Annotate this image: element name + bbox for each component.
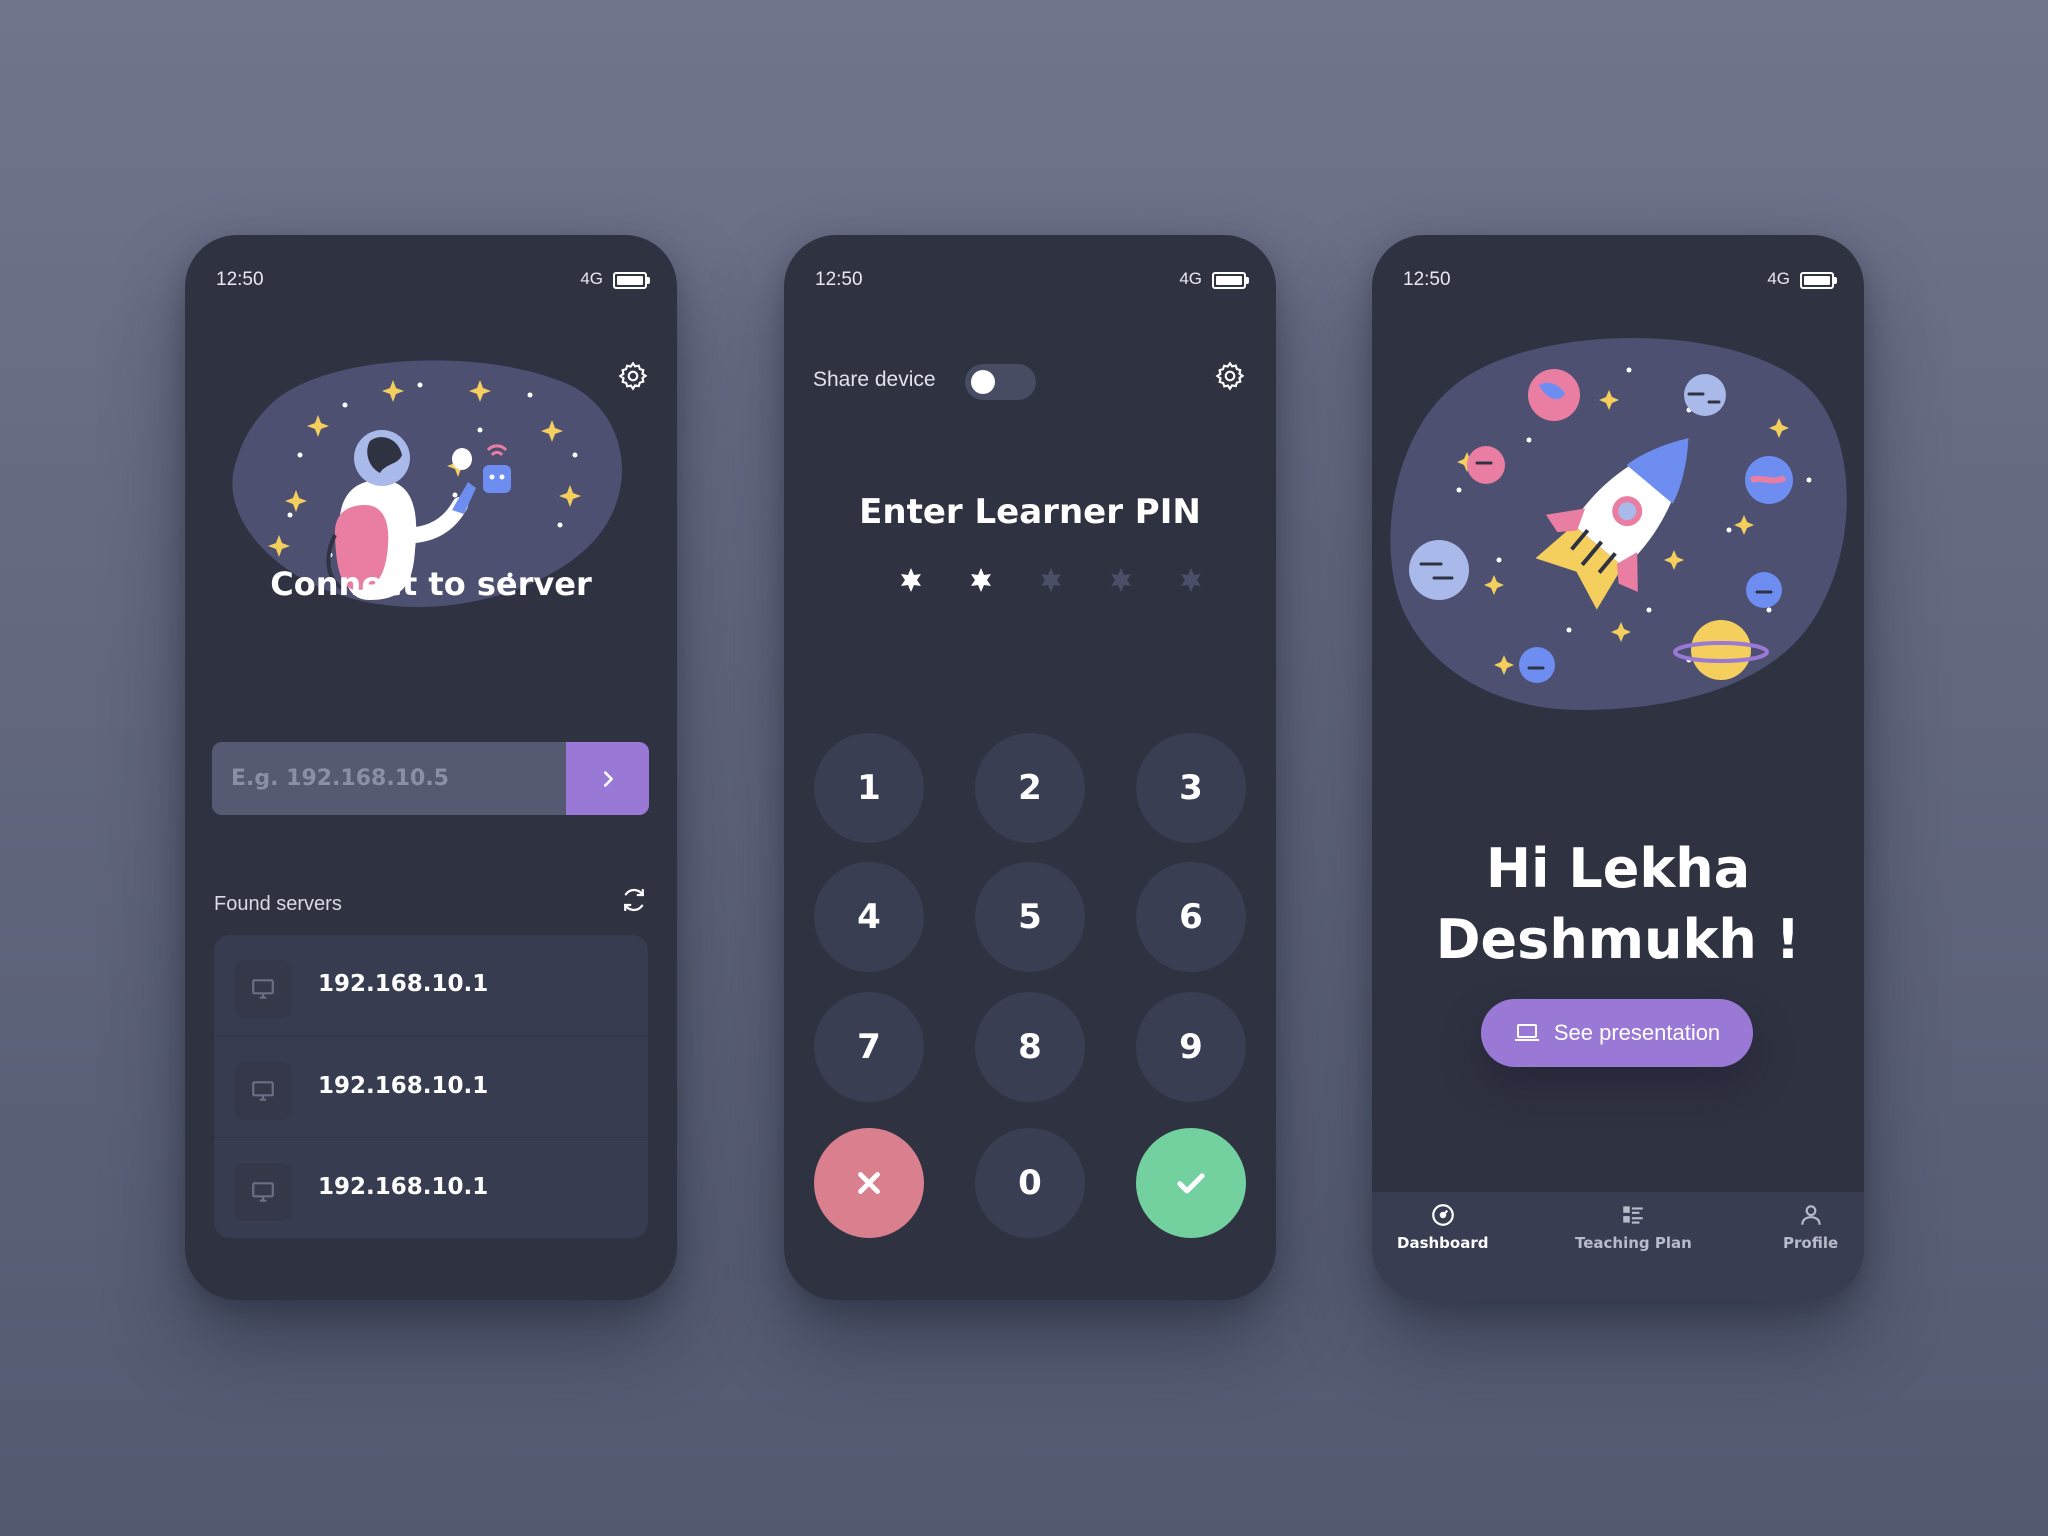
see-presentation-button[interactable]: See presentation xyxy=(1481,999,1753,1067)
greeting-line-1: Hi Lekha xyxy=(1485,837,1751,900)
pin-dot-filled xyxy=(901,568,921,592)
monitor-icon xyxy=(234,1062,292,1120)
keypad-key-3[interactable]: 3 xyxy=(1136,733,1246,843)
pin-dot-empty xyxy=(1041,568,1061,592)
found-servers-label: Found servers xyxy=(214,893,342,915)
connect-button[interactable] xyxy=(566,742,649,815)
server-ip: 192.168.10.1 xyxy=(318,1174,489,1200)
gear-icon[interactable] xyxy=(1214,360,1246,392)
server-ip: 192.168.10.1 xyxy=(318,1073,489,1099)
connect-screen: 12:50 4G Connect to server E.g. 192.168.… xyxy=(185,235,677,1300)
nav-label: Profile xyxy=(1783,1234,1839,1252)
server-list-item[interactable]: 192.168.10.1 xyxy=(214,1137,648,1237)
close-icon xyxy=(858,1172,880,1194)
server-list: 192.168.10.1 192.168.10.1 192.168.10.1 xyxy=(214,935,648,1238)
battery-icon xyxy=(1212,272,1249,289)
share-device-label: Share device xyxy=(813,368,936,391)
confirm-button[interactable] xyxy=(1136,1128,1246,1238)
network-indicator: 4G xyxy=(1767,269,1790,288)
network-indicator: 4G xyxy=(1179,269,1202,288)
refresh-icon[interactable] xyxy=(619,885,649,915)
status-time: 12:50 xyxy=(1403,269,1451,290)
keypad-key-4[interactable]: 4 xyxy=(814,862,924,972)
nav-profile[interactable]: Profile xyxy=(1783,1202,1838,1252)
status-bar: 12:50 4G xyxy=(216,269,650,299)
dashboard-icon xyxy=(1431,1204,1454,1226)
server-address-field xyxy=(212,742,649,815)
rocket-illustration xyxy=(1390,337,1847,710)
pin-title: Enter Learner PIN xyxy=(859,492,1201,532)
dashboard-screen: 12:50 4G Hi Lekha Deshmukh ! See present… xyxy=(1372,235,1864,1300)
keypad-key-6[interactable]: 6 xyxy=(1136,862,1246,972)
status-time: 12:50 xyxy=(216,269,264,290)
nav-label: Teaching Plan xyxy=(1575,1234,1692,1252)
server-list-item[interactable]: 192.168.10.1 xyxy=(214,935,648,1034)
bottom-nav: Dashboard Teaching Plan Profile xyxy=(1372,1192,1864,1300)
user-icon xyxy=(1800,1205,1821,1225)
keypad-key-2[interactable]: 2 xyxy=(975,733,1085,843)
keypad-key-1[interactable]: 1 xyxy=(814,733,924,843)
server-ip: 192.168.10.1 xyxy=(318,971,489,997)
pin-dot-filled xyxy=(971,568,991,592)
server-list-item[interactable]: 192.168.10.1 xyxy=(214,1036,648,1136)
status-bar: 12:50 4G xyxy=(1403,269,1837,299)
keypad-key-5[interactable]: 5 xyxy=(975,862,1085,972)
nav-label: Dashboard xyxy=(1397,1234,1489,1252)
monitor-icon xyxy=(234,960,292,1018)
pin-dot-empty xyxy=(1181,568,1201,592)
keypad-key-7[interactable]: 7 xyxy=(814,992,924,1102)
laptop-icon xyxy=(1514,1024,1539,1041)
battery-icon xyxy=(1800,272,1837,289)
keypad-key-9[interactable]: 9 xyxy=(1136,992,1246,1102)
list-icon xyxy=(1623,1206,1644,1224)
nav-dashboard[interactable]: Dashboard xyxy=(1397,1202,1488,1252)
monitor-icon xyxy=(234,1163,292,1221)
check-icon xyxy=(1177,1173,1205,1194)
chevron-right-icon xyxy=(603,770,613,787)
pin-indicator xyxy=(896,565,1201,605)
keypad-key-8[interactable]: 8 xyxy=(975,992,1085,1102)
status-time: 12:50 xyxy=(815,269,863,290)
nav-teaching-plan[interactable]: Teaching Plan xyxy=(1575,1202,1692,1252)
cancel-button[interactable] xyxy=(814,1128,924,1238)
status-bar: 12:50 4G xyxy=(815,269,1249,299)
pin-dot-empty xyxy=(1111,568,1131,592)
greeting-line-2: Deshmukh ! xyxy=(1435,908,1801,971)
pin-screen: 12:50 4G Share device Enter Learner PIN … xyxy=(784,235,1276,1300)
share-device-toggle[interactable] xyxy=(965,364,1036,400)
battery-icon xyxy=(613,272,650,289)
see-presentation-label: See presentation xyxy=(1553,1020,1721,1045)
network-indicator: 4G xyxy=(580,269,603,288)
page-title: Connect to server xyxy=(270,565,592,603)
keypad-key-0[interactable]: 0 xyxy=(975,1128,1085,1238)
server-address-input[interactable] xyxy=(212,742,562,815)
greeting: Hi Lekha Deshmukh ! xyxy=(1372,833,1864,975)
toggle-knob xyxy=(971,370,995,394)
